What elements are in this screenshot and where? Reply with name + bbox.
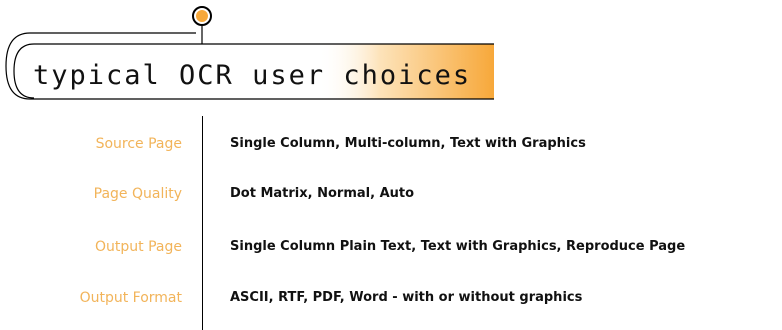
row-value: Dot Matrix, Normal, Auto (230, 186, 415, 201)
row-label: Output Page (95, 239, 182, 255)
knob-circle-inner (196, 10, 208, 22)
row-value: Single Column Plain Text, Text with Grap… (230, 239, 686, 254)
choice-row-source-page: Source Page Single Column, Multi-column,… (0, 132, 782, 156)
choice-row-page-quality: Page Quality Dot Matrix, Normal, Auto (0, 182, 782, 206)
choice-row-output-page: Output Page Single Column Plain Text, Te… (0, 235, 782, 259)
row-value: ASCII, RTF, PDF, Word - with or without … (230, 290, 583, 305)
choice-row-output-format: Output Format ASCII, RTF, PDF, Word - wi… (0, 286, 782, 310)
row-value: Single Column, Multi-column, Text with G… (230, 136, 586, 151)
row-label: Page Quality (93, 186, 182, 202)
row-label: Source Page (95, 136, 182, 152)
page-title: typical OCR user choices (33, 60, 472, 91)
row-label: Output Format (79, 290, 182, 306)
